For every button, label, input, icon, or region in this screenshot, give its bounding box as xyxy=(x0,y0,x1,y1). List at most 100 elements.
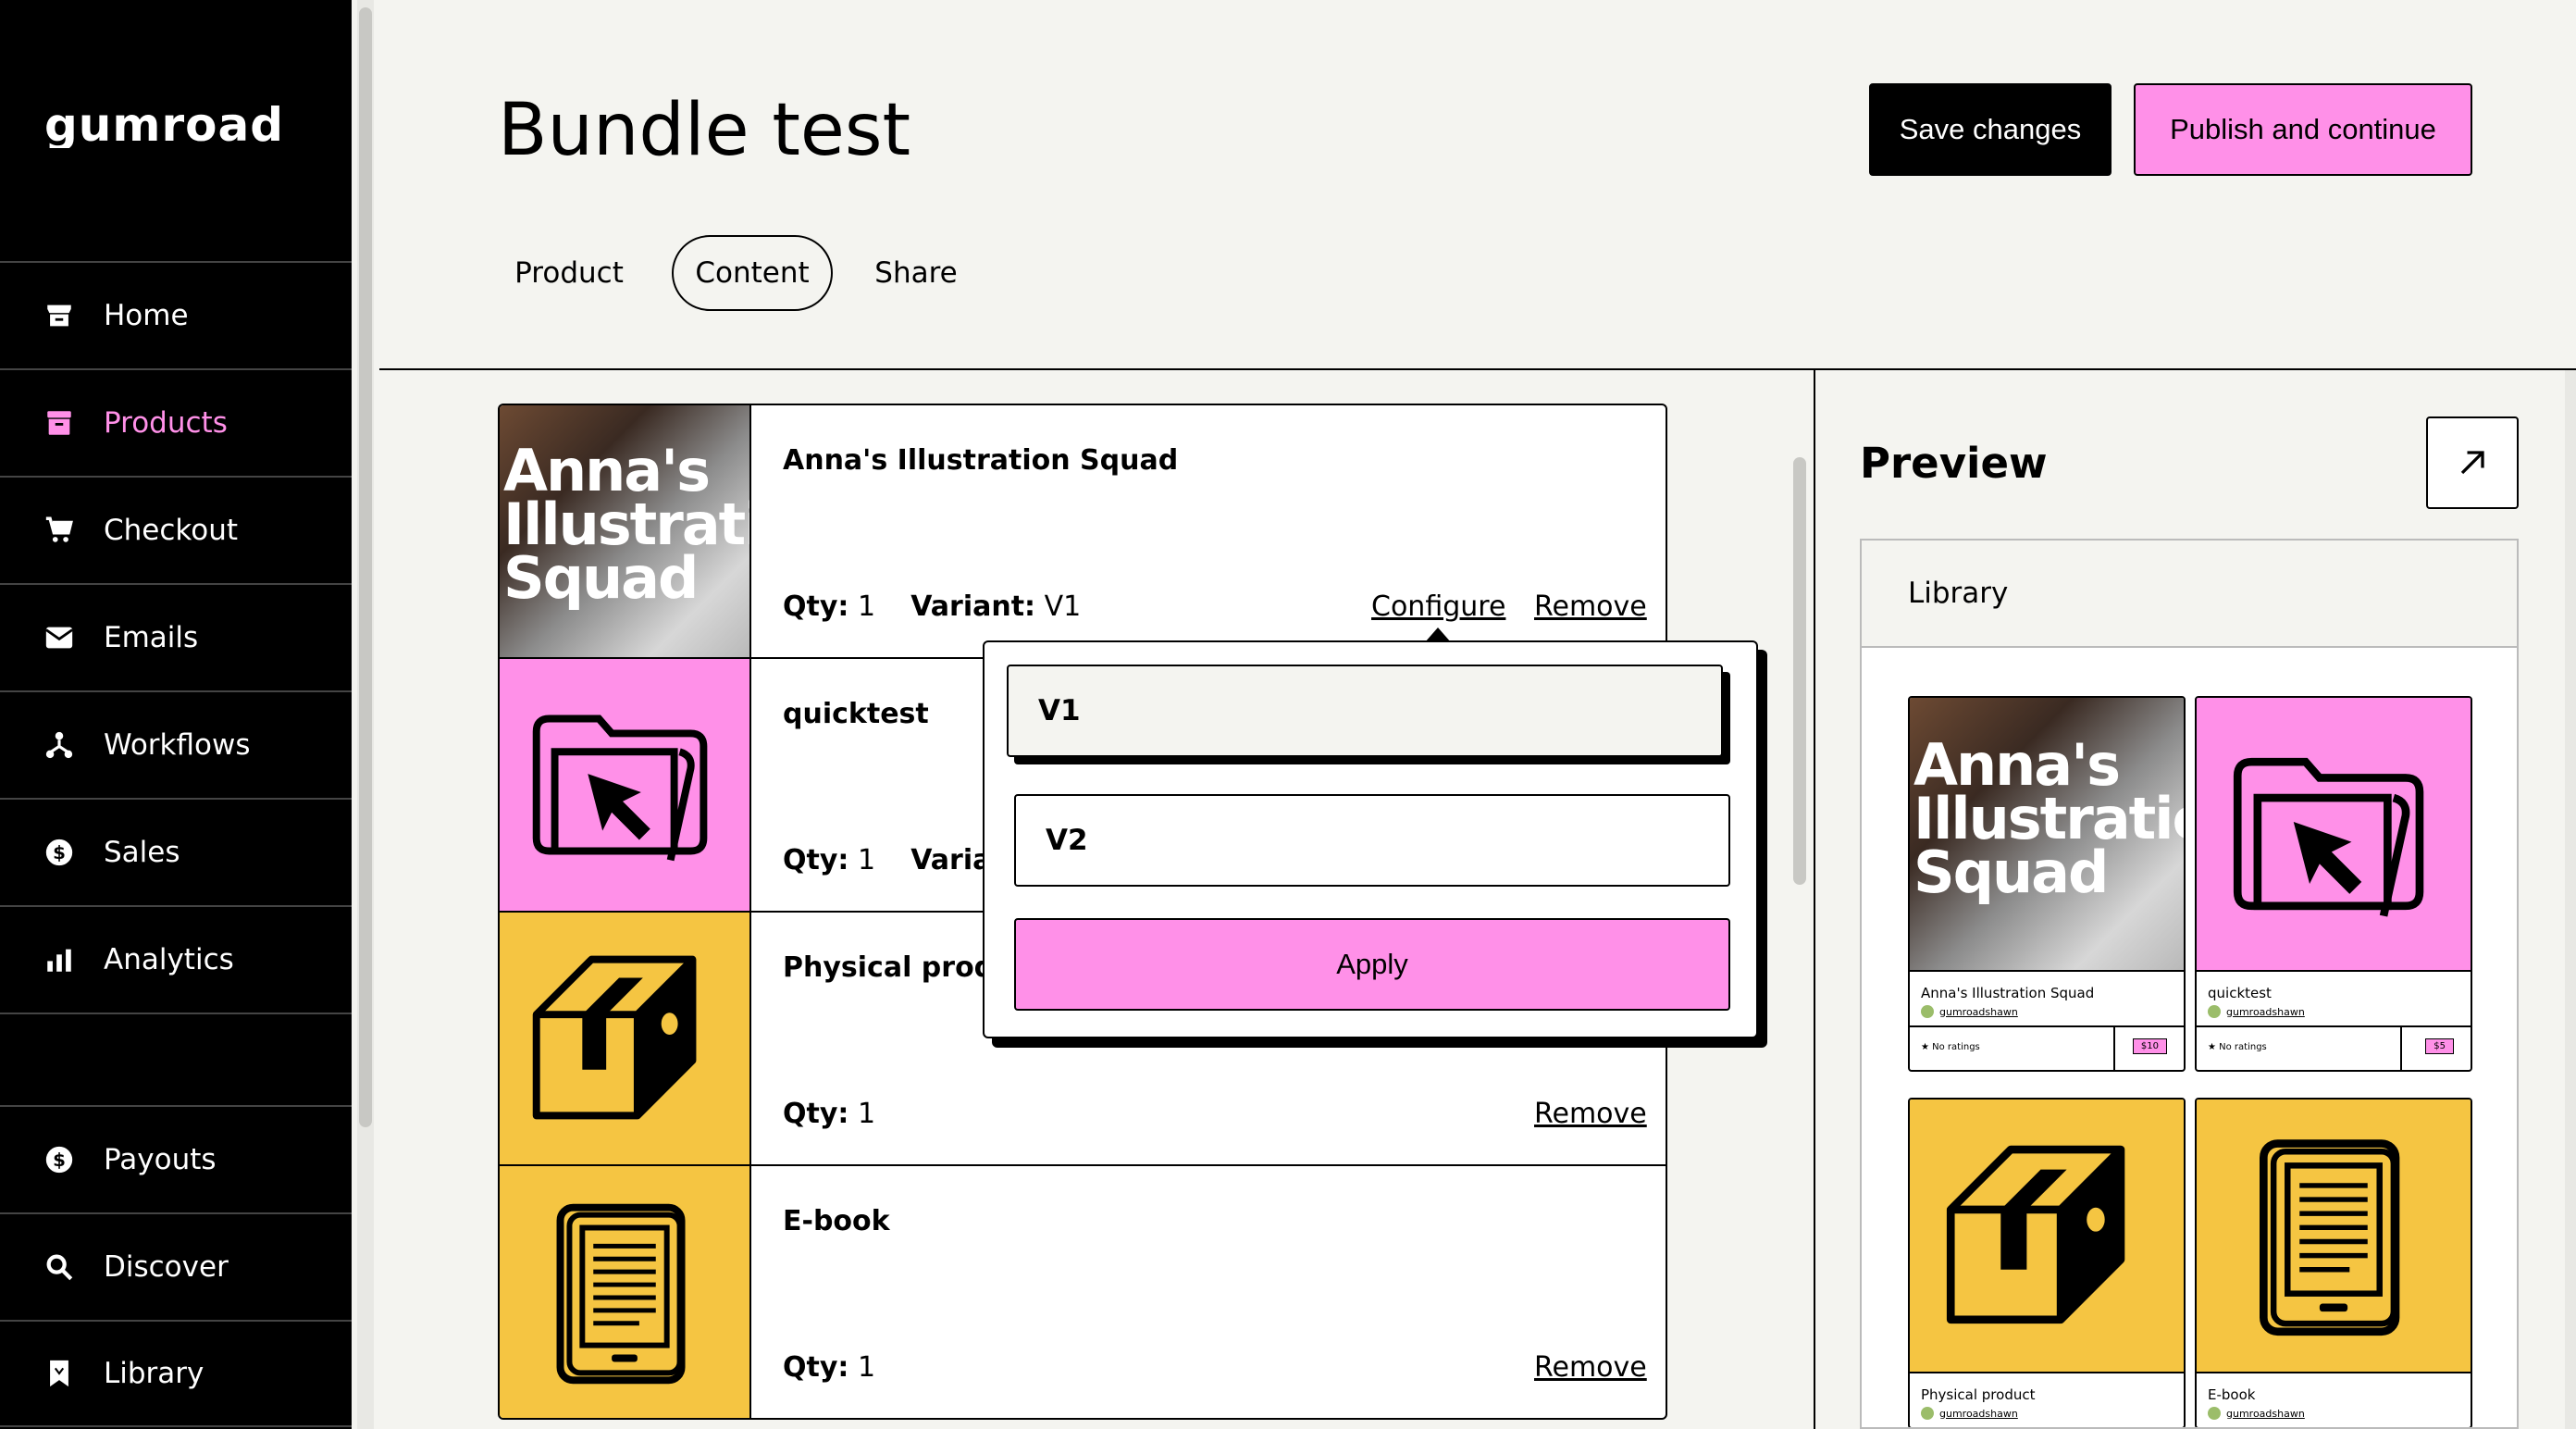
sidebar-item-discover[interactable]: Discover xyxy=(0,1212,352,1320)
remove-link[interactable]: Remove xyxy=(1534,590,1647,623)
tab-product[interactable]: Product xyxy=(498,235,640,311)
cart-icon xyxy=(43,514,76,547)
preview-frame: Library Anna's Illustratio Squad Anna's … xyxy=(1860,539,2519,1429)
sidebar-item-label: Workflows xyxy=(104,728,251,762)
package-box-icon xyxy=(1946,1145,2125,1324)
package-box-icon xyxy=(532,955,697,1120)
preview-product-card[interactable]: Physical product gumroadshawn xyxy=(1908,1098,2186,1427)
configure-link[interactable]: Configure xyxy=(1371,590,1505,623)
qty-value: 1 xyxy=(857,590,876,623)
card-author-name: gumroadshawn xyxy=(2226,1407,2305,1420)
sidebar: gumroad Home Products Checkout Emails Wo… xyxy=(0,0,352,1429)
qty-value: 1 xyxy=(857,1351,876,1384)
preview-divider xyxy=(1814,370,1815,1429)
card-author[interactable]: gumroadshawn xyxy=(2197,1005,2471,1025)
svg-text:$: $ xyxy=(53,1149,66,1171)
content-scrollbar-thumb[interactable] xyxy=(1793,457,1806,885)
card-title: Physical product xyxy=(1921,1386,2036,1403)
preview-title: Preview xyxy=(1860,439,2048,488)
product-meta: Qty: 1 Variant: V1 xyxy=(783,590,1081,623)
qty-label: Qty: xyxy=(783,590,849,623)
sidebar-item-sales[interactable]: $ Sales xyxy=(0,798,352,905)
svg-text:$: $ xyxy=(53,842,66,864)
page-title: Bundle test xyxy=(498,89,911,172)
card-price-box: $10 xyxy=(2113,1027,2184,1070)
variant-value: V1 xyxy=(1044,590,1082,623)
variant-option-v1[interactable]: V1 xyxy=(1007,665,1723,757)
dollar-circle-icon: $ xyxy=(43,1143,76,1176)
card-rating: ★ No ratings xyxy=(1921,1042,1980,1052)
cover-text-line: Squad xyxy=(1913,839,2109,906)
svg-text:gumroad: gumroad xyxy=(44,102,284,148)
sidebar-item-products[interactable]: Products xyxy=(0,368,352,476)
product-thumbnail xyxy=(500,913,751,1164)
illustration-cover-image: Anna's Illustratio Squad xyxy=(1910,698,2184,970)
sidebar-spacer xyxy=(0,1013,352,1105)
card-author[interactable]: gumroadshawn xyxy=(1910,1005,2184,1025)
card-rating: ★ No ratings xyxy=(2208,1042,2267,1052)
sidebar-item-checkout[interactable]: Checkout xyxy=(0,476,352,583)
variant-option-v2[interactable]: V2 xyxy=(1014,794,1730,887)
header-divider xyxy=(379,368,2576,370)
qty-label: Qty: xyxy=(783,844,849,876)
card-author-name: gumroadshawn xyxy=(1939,1407,2018,1420)
sidebar-item-label: Sales xyxy=(104,836,180,869)
preview-product-card[interactable]: Anna's Illustratio Squad Anna's Illustra… xyxy=(1908,696,2186,1072)
tab-share[interactable]: Share xyxy=(859,235,973,311)
price-tag: $5 xyxy=(2425,1038,2454,1054)
sidebar-item-label: Library xyxy=(104,1357,204,1390)
dollar-circle-icon: $ xyxy=(43,836,76,869)
publish-and-continue-button[interactable]: Publish and continue xyxy=(2134,83,2472,176)
save-changes-button[interactable]: Save changes xyxy=(1869,83,2112,176)
tab-content[interactable]: Content xyxy=(672,235,833,311)
card-author-name: gumroadshawn xyxy=(2226,1005,2305,1018)
bookmark-icon xyxy=(43,1357,76,1390)
sidebar-item-label: Payouts xyxy=(104,1143,217,1176)
qty-label: Qty: xyxy=(783,1351,849,1384)
sidebar-item-label: Emails xyxy=(104,621,199,654)
sidebar-item-payouts[interactable]: $ Payouts xyxy=(0,1105,352,1212)
sidebar-item-emails[interactable]: Emails xyxy=(0,583,352,690)
sidebar-item-library[interactable]: Library xyxy=(0,1320,352,1427)
ebook-reader-icon xyxy=(2260,1139,2400,1336)
qty-value: 1 xyxy=(857,1098,876,1130)
card-author-name: gumroadshawn xyxy=(1939,1005,2018,1018)
cover-text-line: Squad xyxy=(503,544,699,612)
preview-library-header: Library xyxy=(1862,541,2517,648)
card-image xyxy=(2197,698,2471,972)
apply-button[interactable]: Apply xyxy=(1014,918,1730,1011)
product-thumbnail: Anna's Illustratio Squad xyxy=(500,405,751,657)
preview-product-card[interactable]: E-book gumroadshawn xyxy=(2195,1098,2472,1427)
avatar xyxy=(2208,1005,2221,1018)
remove-link[interactable]: Remove xyxy=(1534,1351,1647,1384)
product-name: Anna's Illustration Squad xyxy=(783,444,1179,477)
product-thumbnail xyxy=(500,1166,751,1418)
list-item: E-book Qty: 1 Remove xyxy=(500,1166,1666,1418)
open-preview-button[interactable] xyxy=(2426,416,2519,509)
workflow-icon xyxy=(43,728,76,762)
product-meta: Qty: 1 xyxy=(783,1351,875,1384)
remove-link[interactable]: Remove xyxy=(1534,1098,1647,1130)
card-rating-text: No ratings xyxy=(1932,1042,1980,1052)
card-author[interactable]: gumroadshawn xyxy=(1910,1407,2184,1427)
variant-popover: V1 V2 Apply xyxy=(983,640,1758,1038)
external-arrow-icon xyxy=(2460,451,2484,475)
folder-cursor-icon xyxy=(2233,757,2424,917)
preview-scrollbar-track[interactable] xyxy=(2565,370,2576,1429)
card-rating-text: No ratings xyxy=(2219,1042,2267,1052)
product-thumbnail xyxy=(500,659,751,911)
card-author[interactable]: gumroadshawn xyxy=(2197,1407,2471,1427)
sidebar-item-analytics[interactable]: Analytics xyxy=(0,905,352,1013)
card-footer: ★ No ratings $5 xyxy=(2197,1025,2471,1070)
price-tag: $10 xyxy=(2132,1038,2167,1054)
illustration-cover-image: Anna's Illustratio Squad xyxy=(500,405,749,657)
avatar xyxy=(2208,1407,2221,1420)
product-name: Physical produ xyxy=(783,951,1014,984)
sidebar-item-workflows[interactable]: Workflows xyxy=(0,690,352,798)
gumroad-logo[interactable]: gumroad xyxy=(44,98,313,160)
preview-product-card[interactable]: quicktest gumroadshawn ★ No ratings $5 xyxy=(2195,696,2472,1072)
sidebar-scrollbar-thumb[interactable] xyxy=(359,7,372,1127)
card-image: Anna's Illustratio Squad xyxy=(1910,698,2184,972)
card-price-box: $5 xyxy=(2400,1027,2471,1070)
sidebar-item-home[interactable]: Home xyxy=(0,261,352,368)
